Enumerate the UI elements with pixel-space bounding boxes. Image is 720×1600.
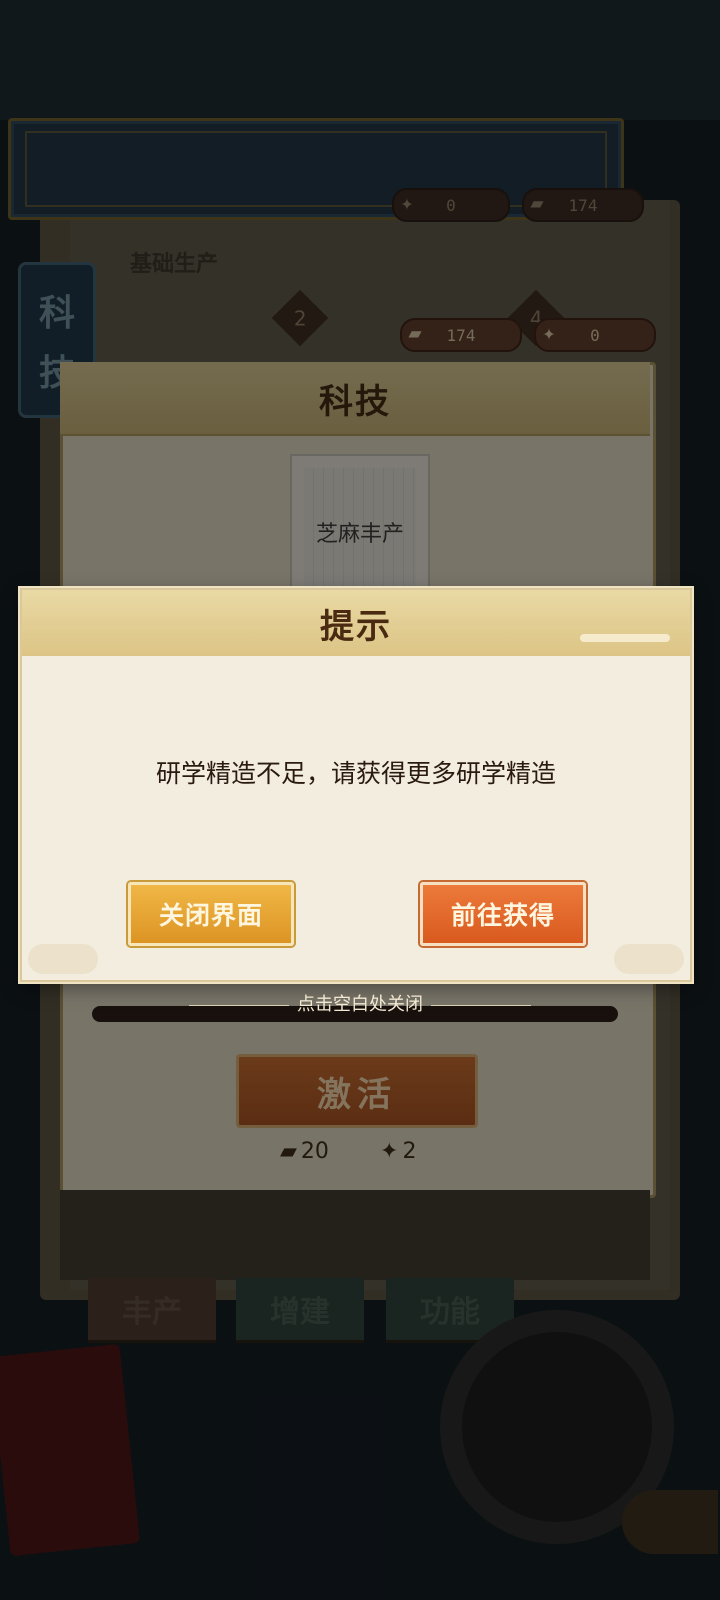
divider-line	[431, 1004, 531, 1006]
cloud-decoration	[614, 944, 684, 974]
tap-blank-to-close-hint: 点击空白处关闭	[0, 990, 720, 1016]
tap-blank-to-close-text: 点击空白处关闭	[297, 994, 423, 1015]
divider-line	[189, 1004, 289, 1006]
tip-dialog-title: 提示	[320, 606, 392, 647]
tip-dialog-header: 提示	[22, 590, 690, 656]
close-dialog-button[interactable]: 关闭界面	[128, 882, 294, 946]
go-obtain-button[interactable]: 前往获得	[420, 882, 586, 946]
tip-dialog-message: 研学精造不足，请获得更多研学精造	[155, 759, 556, 788]
tip-dialog: 提示 研学精造不足，请获得更多研学精造 关闭界面 前往获得	[20, 588, 692, 982]
cloud-decoration	[28, 944, 98, 974]
